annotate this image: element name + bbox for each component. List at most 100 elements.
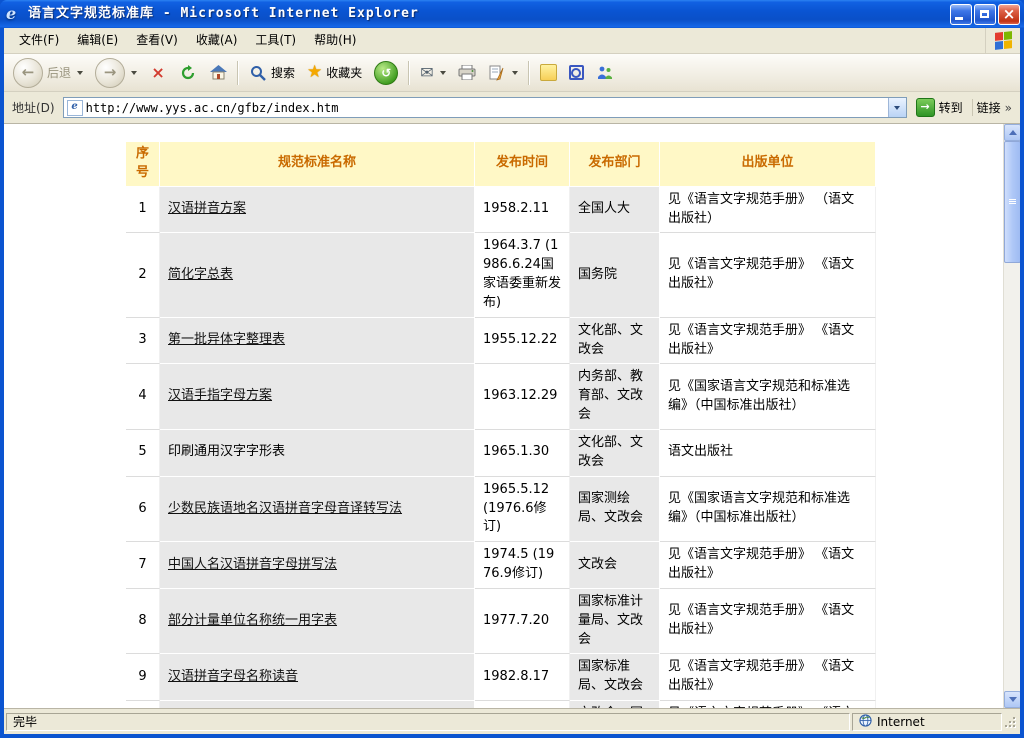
home-button[interactable] bbox=[204, 61, 232, 85]
publisher-cell: 见《国家语言文字规范和标准选编》（中国标准出版社） bbox=[660, 364, 876, 430]
standard-name-cell: 部分计量单位名称统一用字表 bbox=[160, 589, 475, 655]
publish-date-cell: 1977.7.20 bbox=[475, 589, 570, 655]
address-dropdown-button[interactable] bbox=[888, 98, 906, 117]
go-icon: → bbox=[916, 98, 935, 117]
publisher-cell: 见《语言文字规范手册》 （语文出版社） bbox=[660, 187, 876, 234]
mail-button[interactable]: ✉ bbox=[415, 62, 450, 84]
status-bar: 完毕 Internet bbox=[4, 708, 1020, 734]
go-button[interactable]: → 转到 bbox=[911, 97, 968, 118]
toolbar-separator bbox=[528, 61, 530, 85]
menu-item[interactable]: 收藏(A) bbox=[187, 28, 247, 53]
table-header-row: 序号规范标准名称发布时间发布部门出版单位 bbox=[126, 142, 876, 187]
toolbar-separator bbox=[237, 61, 239, 85]
standard-name-cell: 简化字总表 bbox=[160, 233, 475, 317]
page-icon: e bbox=[67, 100, 83, 116]
links-bar[interactable]: 链接 » bbox=[972, 99, 1016, 116]
back-button[interactable]: ← 后退 bbox=[8, 55, 88, 91]
menu-item[interactable]: 查看(V) bbox=[127, 28, 187, 53]
internet-zone-icon bbox=[859, 714, 872, 730]
scroll-down-button[interactable] bbox=[1004, 691, 1020, 708]
row-number-cell: 8 bbox=[126, 589, 160, 655]
history-button[interactable]: ↺ bbox=[369, 58, 403, 88]
messenger-icon bbox=[596, 64, 614, 82]
address-input[interactable] bbox=[86, 99, 888, 116]
table-row: 10汉字统一部首表（草案）1983.文改会、国家出版局见《语言文字规范手册》 《… bbox=[126, 701, 876, 708]
search-icon bbox=[249, 64, 267, 82]
minimize-button[interactable] bbox=[950, 4, 972, 25]
zone-label: Internet bbox=[877, 715, 925, 729]
menu-item[interactable]: 编辑(E) bbox=[68, 28, 127, 53]
window-controls: × bbox=[950, 4, 1020, 25]
standard-name-link[interactable]: 少数民族语地名汉语拼音字母音译转写法 bbox=[168, 501, 402, 516]
column-header: 规范标准名称 bbox=[160, 142, 475, 187]
standard-name-cell: 第一批异体字整理表 bbox=[160, 318, 475, 365]
row-number-cell: 4 bbox=[126, 364, 160, 430]
scroll-up-button[interactable] bbox=[1004, 124, 1020, 141]
vertical-scrollbar[interactable] bbox=[1003, 124, 1020, 708]
row-number-cell: 2 bbox=[126, 233, 160, 317]
standard-name-link[interactable]: 汉语拼音方案 bbox=[168, 201, 246, 216]
publish-dept-cell: 文改会、国家出版局 bbox=[570, 701, 660, 708]
resize-grip[interactable] bbox=[1004, 713, 1018, 731]
publisher-cell: 语文出版社 bbox=[660, 430, 876, 477]
home-icon bbox=[209, 64, 227, 82]
close-icon: × bbox=[1003, 5, 1016, 23]
favorites-button[interactable]: ★ 收藏夹 bbox=[302, 61, 367, 84]
publish-dept-cell: 国务院 bbox=[570, 233, 660, 317]
standard-name-cell: 汉字统一部首表（草案） bbox=[160, 701, 475, 708]
publish-dept-cell: 国家标准计量局、文改会 bbox=[570, 589, 660, 655]
window-title: 语言文字规范标准库 - Microsoft Internet Explorer bbox=[28, 0, 950, 28]
links-chevron-icon: » bbox=[1005, 101, 1012, 115]
table-row: 9汉语拼音字母名称读音1982.8.17国家标准局、文改会见《语言文字规范手册》… bbox=[126, 654, 876, 701]
print-button[interactable] bbox=[453, 61, 481, 85]
discuss-button[interactable] bbox=[564, 62, 589, 83]
maximize-button[interactable] bbox=[974, 4, 996, 25]
row-number-cell: 1 bbox=[126, 187, 160, 234]
address-input-wrap: e bbox=[63, 97, 907, 118]
messenger-button[interactable] bbox=[591, 61, 619, 85]
windows-logo bbox=[985, 28, 1020, 53]
standard-name-link[interactable]: 中国人名汉语拼音字母拼写法 bbox=[168, 557, 337, 572]
row-number-cell: 5 bbox=[126, 430, 160, 477]
menu-item[interactable]: 帮助(H) bbox=[305, 28, 365, 53]
stop-button[interactable]: × bbox=[144, 61, 172, 85]
scroll-down-icon bbox=[1009, 697, 1017, 702]
table-row: 4汉语手指字母方案1963.12.29内务部、教育部、文改会见《国家语言文字规范… bbox=[126, 364, 876, 430]
standard-name-cell: 汉语拼音字母名称读音 bbox=[160, 654, 475, 701]
publish-dept-cell: 内务部、教育部、文改会 bbox=[570, 364, 660, 430]
publish-date-cell: 1955.12.22 bbox=[475, 318, 570, 365]
publish-dept-cell: 国家标准局、文改会 bbox=[570, 654, 660, 701]
publisher-cell: 见《语言文字规范手册》 《语文出版社》 bbox=[660, 701, 876, 708]
toolbar-separator bbox=[408, 61, 410, 85]
window-frame: 文件(F)编辑(E)查看(V)收藏(A)工具(T)帮助(H) ← 后退 → × bbox=[4, 28, 1020, 734]
refresh-icon bbox=[179, 64, 197, 82]
edit-button[interactable] bbox=[483, 61, 523, 85]
table-row: 1汉语拼音方案1958.2.11全国人大见《语言文字规范手册》 （语文出版社） bbox=[126, 187, 876, 234]
table-row: 3第一批异体字整理表1955.12.22文化部、文改会见《语言文字规范手册》 《… bbox=[126, 318, 876, 365]
standard-name-link[interactable]: 汉语拼音字母名称读音 bbox=[168, 669, 298, 684]
standard-name-link[interactable]: 汉语手指字母方案 bbox=[168, 388, 272, 403]
back-dropdown-icon bbox=[77, 71, 83, 75]
standard-name-link[interactable]: 部分计量单位名称统一用字表 bbox=[168, 613, 337, 628]
publish-date-cell: 1982.8.17 bbox=[475, 654, 570, 701]
mail-dropdown-icon bbox=[440, 71, 446, 75]
mail-icon: ✉ bbox=[420, 65, 433, 81]
scrollbar-thumb[interactable] bbox=[1004, 141, 1020, 263]
refresh-button[interactable] bbox=[174, 61, 202, 85]
publisher-cell: 见《语言文字规范手册》 《语文出版社》 bbox=[660, 589, 876, 655]
note-button[interactable] bbox=[535, 61, 562, 84]
standard-name-link[interactable]: 第一批异体字整理表 bbox=[168, 332, 285, 347]
publish-dept-cell: 文化部、文改会 bbox=[570, 430, 660, 477]
search-button[interactable]: 搜索 bbox=[244, 61, 300, 85]
standard-name-cell: 印刷通用汉字字形表 bbox=[160, 430, 475, 477]
standard-name-link[interactable]: 简化字总表 bbox=[168, 267, 233, 282]
row-number-cell: 10 bbox=[126, 701, 160, 708]
edit-icon bbox=[488, 64, 506, 82]
menu-item[interactable]: 工具(T) bbox=[246, 28, 305, 53]
forward-button[interactable]: → bbox=[90, 55, 142, 91]
close-button[interactable]: × bbox=[998, 4, 1020, 25]
edit-dropdown-icon bbox=[512, 71, 518, 75]
scroll-up-icon bbox=[1009, 130, 1017, 135]
note-icon bbox=[540, 64, 557, 81]
menu-item[interactable]: 文件(F) bbox=[10, 28, 68, 53]
